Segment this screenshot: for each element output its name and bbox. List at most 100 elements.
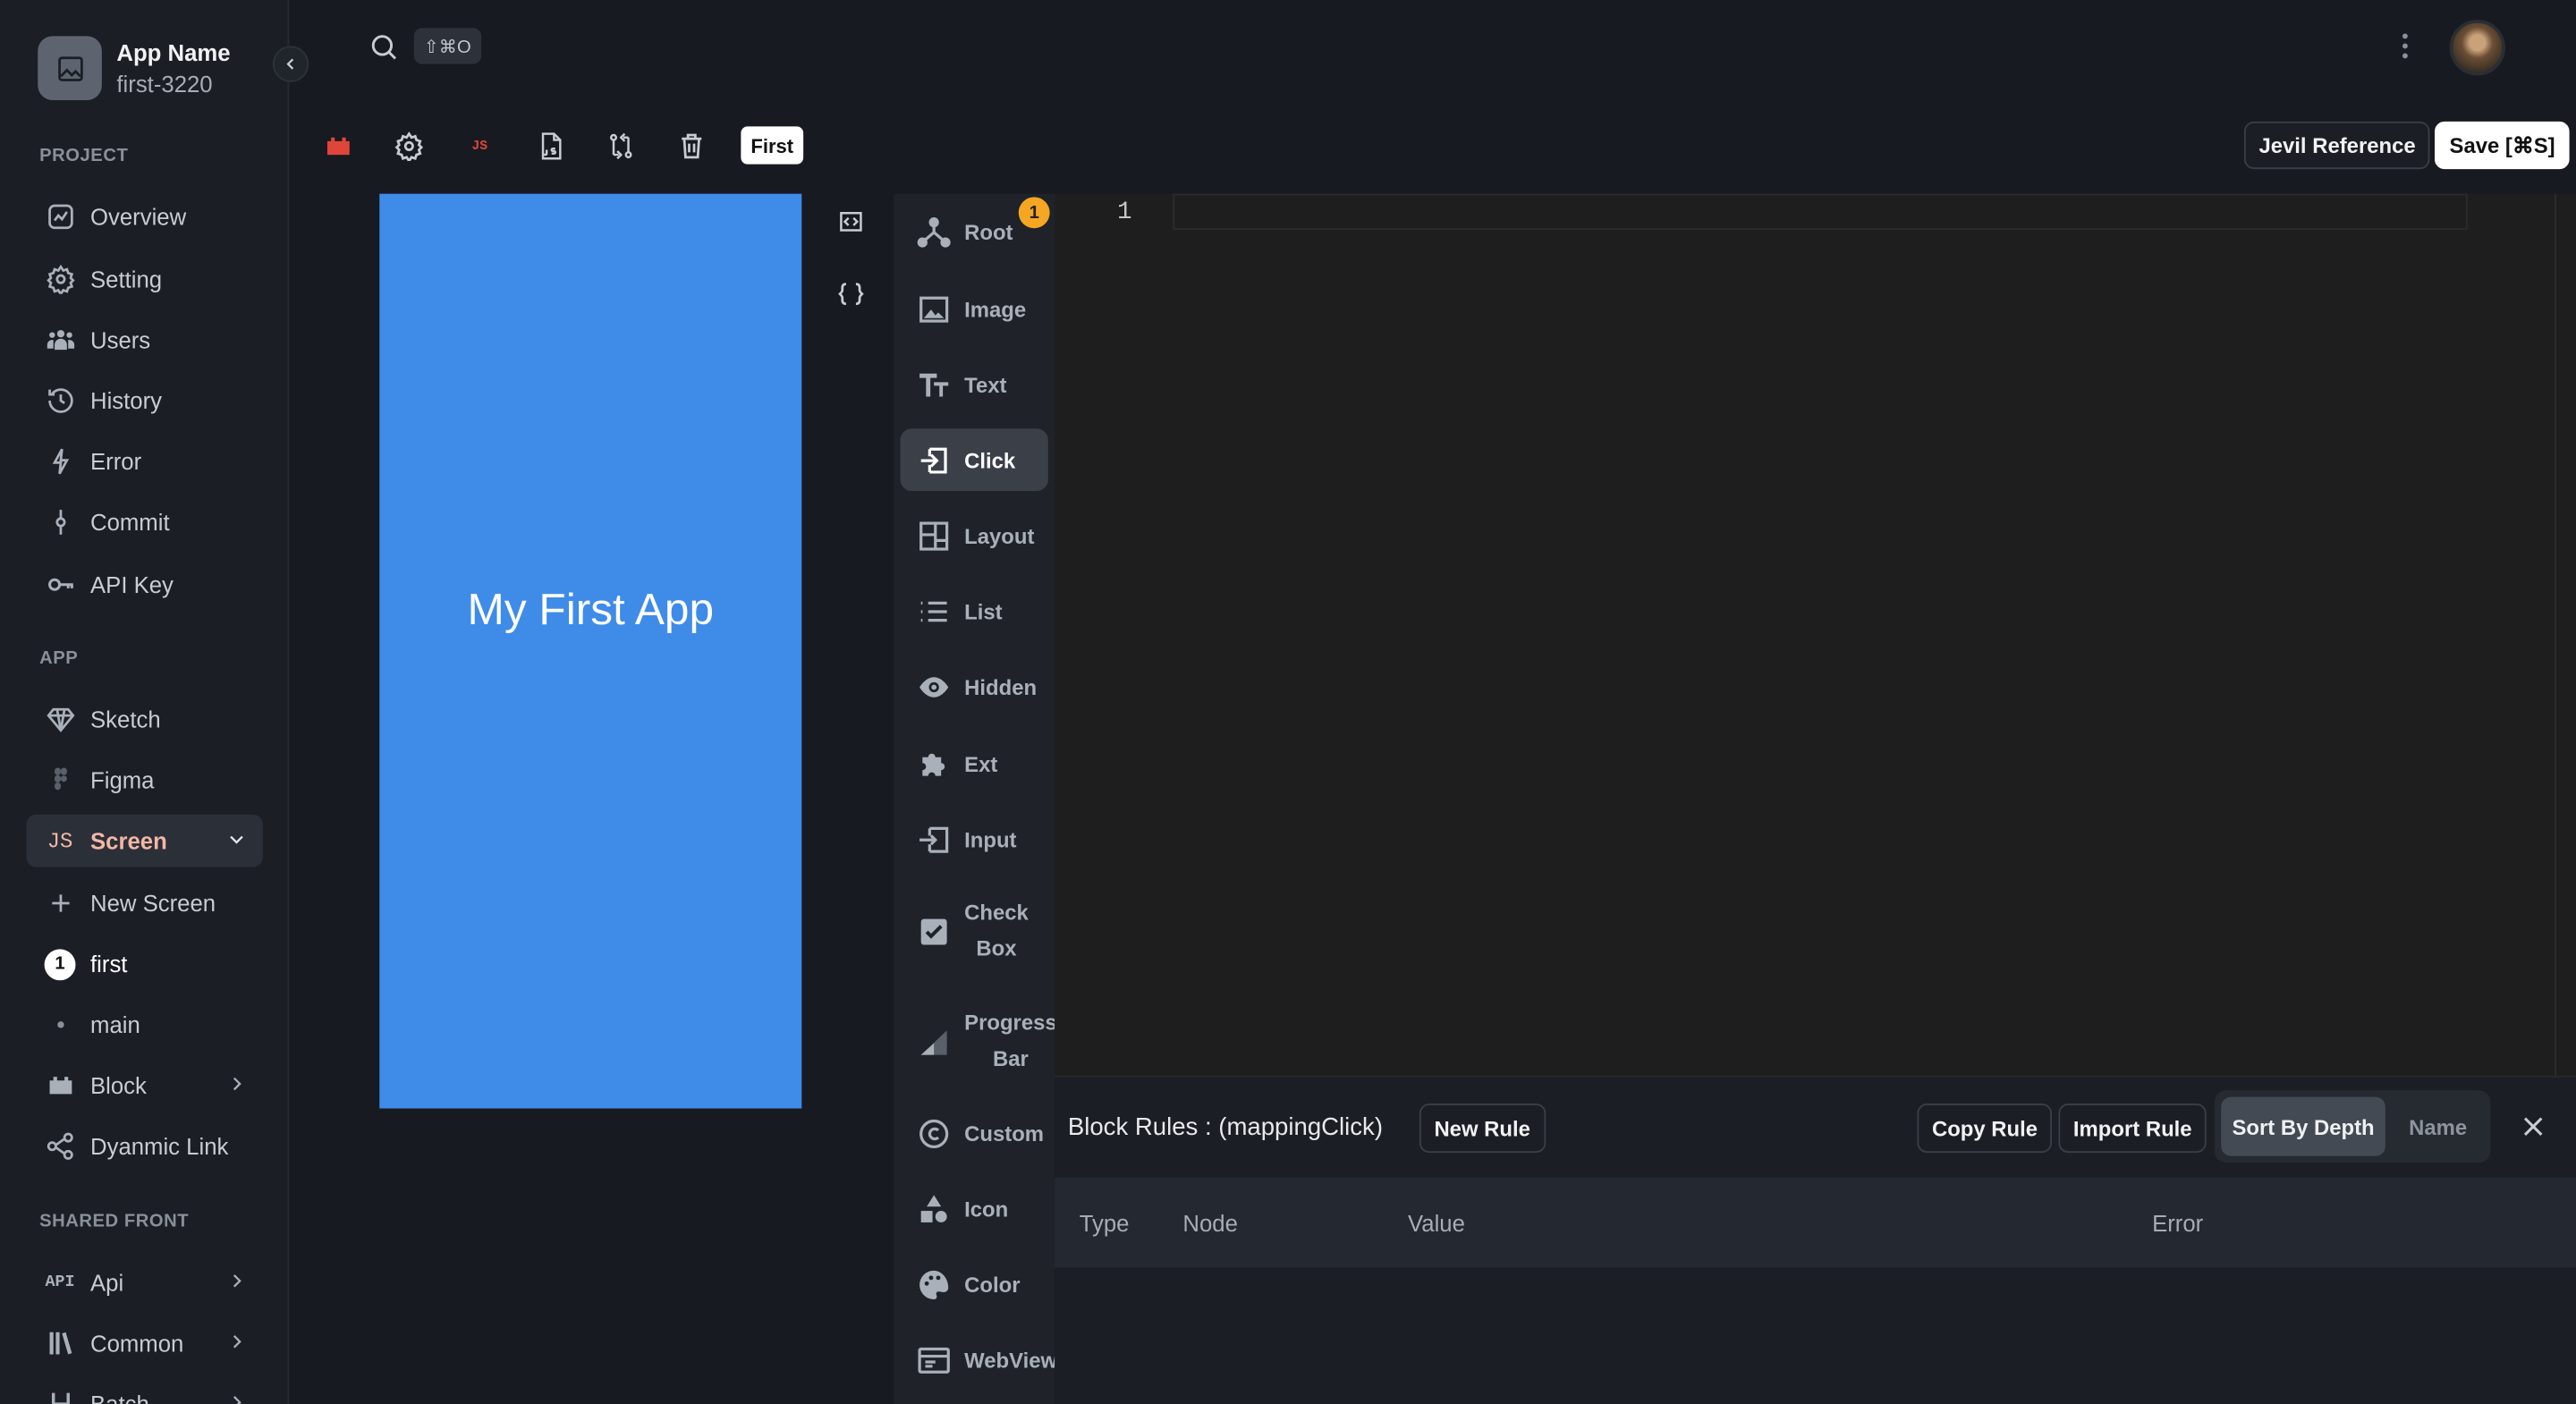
collapse-sidebar-button[interactable] bbox=[272, 46, 309, 82]
trash-icon[interactable] bbox=[675, 130, 708, 163]
chevron-right-icon[interactable] bbox=[226, 1392, 246, 1404]
sidebar-item-screen-main[interactable]: main bbox=[26, 998, 262, 1051]
screen-name-chip[interactable]: First bbox=[741, 126, 804, 165]
palette-item-label: Custom bbox=[964, 1121, 1045, 1146]
palette-item-label: Check Box bbox=[964, 895, 1029, 968]
search-shortcut-badge: ⇧⌘O bbox=[413, 28, 481, 64]
column-type: Type bbox=[1079, 1210, 1130, 1237]
palette-item-label: Hidden bbox=[964, 673, 1038, 699]
dot-icon bbox=[45, 1009, 76, 1040]
palette-item-label: Image bbox=[964, 296, 1027, 321]
palette-item-color[interactable]: Color bbox=[901, 1253, 1048, 1315]
palette-item-label: Layout bbox=[964, 522, 1035, 548]
palette-item-input[interactable]: Input bbox=[901, 808, 1048, 870]
palette-icon bbox=[915, 1266, 951, 1302]
sidebar-item-label: Setting bbox=[90, 266, 163, 292]
label-line-2: Bar bbox=[992, 1045, 1029, 1071]
sidebar-item-history[interactable]: History bbox=[26, 375, 262, 427]
palette-item-click[interactable]: Click bbox=[900, 428, 1048, 492]
js-icon[interactable]: JS bbox=[463, 130, 496, 163]
palette-item-ext[interactable]: Ext bbox=[901, 732, 1048, 795]
sidebar-item-common[interactable]: Common bbox=[26, 1317, 262, 1370]
sidebar-item-label: first bbox=[90, 951, 128, 977]
js-label: JS bbox=[471, 139, 488, 154]
books-icon bbox=[45, 1328, 76, 1359]
palette-item-progress-bar[interactable]: Progress Bar bbox=[901, 1003, 1055, 1078]
code-editor[interactable]: 1 bbox=[1055, 193, 2576, 1076]
link-icon bbox=[45, 1130, 76, 1162]
progress-icon bbox=[915, 1023, 951, 1059]
sidebar-item-block[interactable]: Block bbox=[26, 1059, 262, 1112]
sidebar-item-dynamic-link[interactable]: Dyanmic Link bbox=[26, 1120, 262, 1172]
more-vertical-icon[interactable] bbox=[2392, 30, 2418, 63]
eye-icon bbox=[915, 668, 951, 704]
editor-scrollbar[interactable] bbox=[2555, 193, 2556, 1076]
chevron-right-icon[interactable] bbox=[226, 1271, 246, 1290]
copy-rule-button[interactable]: Copy Rule bbox=[1917, 1103, 2053, 1154]
current-line-highlight bbox=[1173, 193, 2468, 231]
sidebar-item-label: Block bbox=[90, 1072, 147, 1099]
sidebar-item-figma[interactable]: Figma bbox=[26, 754, 262, 807]
chevron-down-icon[interactable] bbox=[226, 829, 246, 849]
palette-item-label: Root bbox=[964, 219, 1013, 244]
palette-item-text[interactable]: Text bbox=[901, 353, 1048, 416]
screen-preview[interactable]: My First App bbox=[379, 193, 802, 1109]
sidebar-item-error[interactable]: Error bbox=[26, 436, 262, 488]
block-red-icon[interactable] bbox=[322, 130, 355, 163]
sidebar-item-overview[interactable]: Overview bbox=[26, 190, 262, 243]
bolt-icon bbox=[45, 446, 76, 478]
block-palette: Root Image Text Click Layout List Hidden bbox=[894, 193, 1055, 1404]
palette-item-image[interactable]: Image bbox=[901, 277, 1048, 340]
sidebar-item-sketch[interactable]: Sketch bbox=[26, 693, 262, 746]
jevil-reference-button[interactable]: Jevil Reference bbox=[2243, 121, 2431, 170]
copyright-icon bbox=[915, 1115, 951, 1151]
sidebar-item-commit[interactable]: Commit bbox=[26, 496, 262, 549]
sidebar-item-label: Figma bbox=[90, 766, 155, 793]
chevron-right-icon[interactable] bbox=[226, 1332, 246, 1351]
sidebar: App Name first-3220 PROJECT Overview Set… bbox=[0, 0, 290, 1404]
sidebar-item-label: Sketch bbox=[90, 706, 161, 732]
palette-item-label: Ext bbox=[964, 751, 998, 776]
number-badge-wrap: 1 bbox=[44, 948, 76, 980]
sort-by-depth-option[interactable]: Sort By Depth bbox=[2221, 1096, 2385, 1156]
close-icon[interactable] bbox=[2517, 1110, 2550, 1143]
braces-icon[interactable] bbox=[835, 277, 868, 310]
gear-icon[interactable] bbox=[393, 130, 426, 163]
sidebar-item-screen-first[interactable]: 1 first bbox=[26, 938, 262, 991]
import-rule-button[interactable]: Import Rule bbox=[2058, 1103, 2207, 1154]
sidebar-item-label: Error bbox=[90, 448, 142, 475]
sidebar-item-label: API Key bbox=[90, 571, 174, 598]
git-compare-icon[interactable] bbox=[605, 130, 638, 163]
rules-table-header: Type Node Value Error bbox=[1055, 1177, 2576, 1268]
app-name: App Name bbox=[116, 38, 231, 65]
app-header[interactable]: App Name first-3220 bbox=[38, 36, 231, 101]
sidebar-item-api-key[interactable]: API Key bbox=[26, 558, 262, 611]
code-swap-icon[interactable] bbox=[835, 206, 868, 239]
rules-title: Block Rules : (mappingClick) bbox=[1067, 1113, 1384, 1142]
new-rule-button[interactable]: New Rule bbox=[1419, 1103, 1546, 1154]
line-number: 1 bbox=[1116, 199, 1132, 227]
palette-item-webview[interactable]: WebView bbox=[901, 1329, 1055, 1391]
sort-by-name-option[interactable]: Name bbox=[2392, 1097, 2484, 1156]
sidebar-item-users[interactable]: Users bbox=[26, 314, 262, 367]
section-shared-front: SHARED FRONT bbox=[39, 1212, 190, 1232]
search-icon[interactable] bbox=[368, 31, 399, 63]
palette-item-list[interactable]: List bbox=[901, 579, 1048, 642]
sidebar-item-new-screen[interactable]: New Screen bbox=[26, 877, 262, 930]
palette-item-icon[interactable]: Icon bbox=[901, 1178, 1048, 1240]
sidebar-item-batch[interactable]: Batch bbox=[26, 1378, 262, 1404]
palette-item-hidden[interactable]: Hidden bbox=[901, 655, 1048, 718]
save-button[interactable]: Save [⌘S] bbox=[2434, 121, 2571, 170]
preview-title: My First App bbox=[467, 584, 715, 634]
palette-item-custom[interactable]: Custom bbox=[901, 1102, 1048, 1164]
avatar[interactable] bbox=[2449, 20, 2505, 76]
js-file-icon[interactable] bbox=[534, 130, 567, 163]
sidebar-item-screen[interactable]: JS Screen bbox=[26, 814, 263, 867]
palette-item-layout[interactable]: Layout bbox=[901, 504, 1048, 567]
chevron-right-icon[interactable] bbox=[226, 1074, 246, 1094]
palette-item-check-box[interactable]: Check Box bbox=[901, 893, 1048, 968]
sidebar-item-api[interactable]: API Api bbox=[26, 1256, 262, 1309]
sidebar-item-setting[interactable]: Setting bbox=[26, 253, 262, 306]
palette-item-label: Progress Bar bbox=[964, 1005, 1055, 1078]
sidebar-item-label: Overview bbox=[90, 203, 187, 231]
